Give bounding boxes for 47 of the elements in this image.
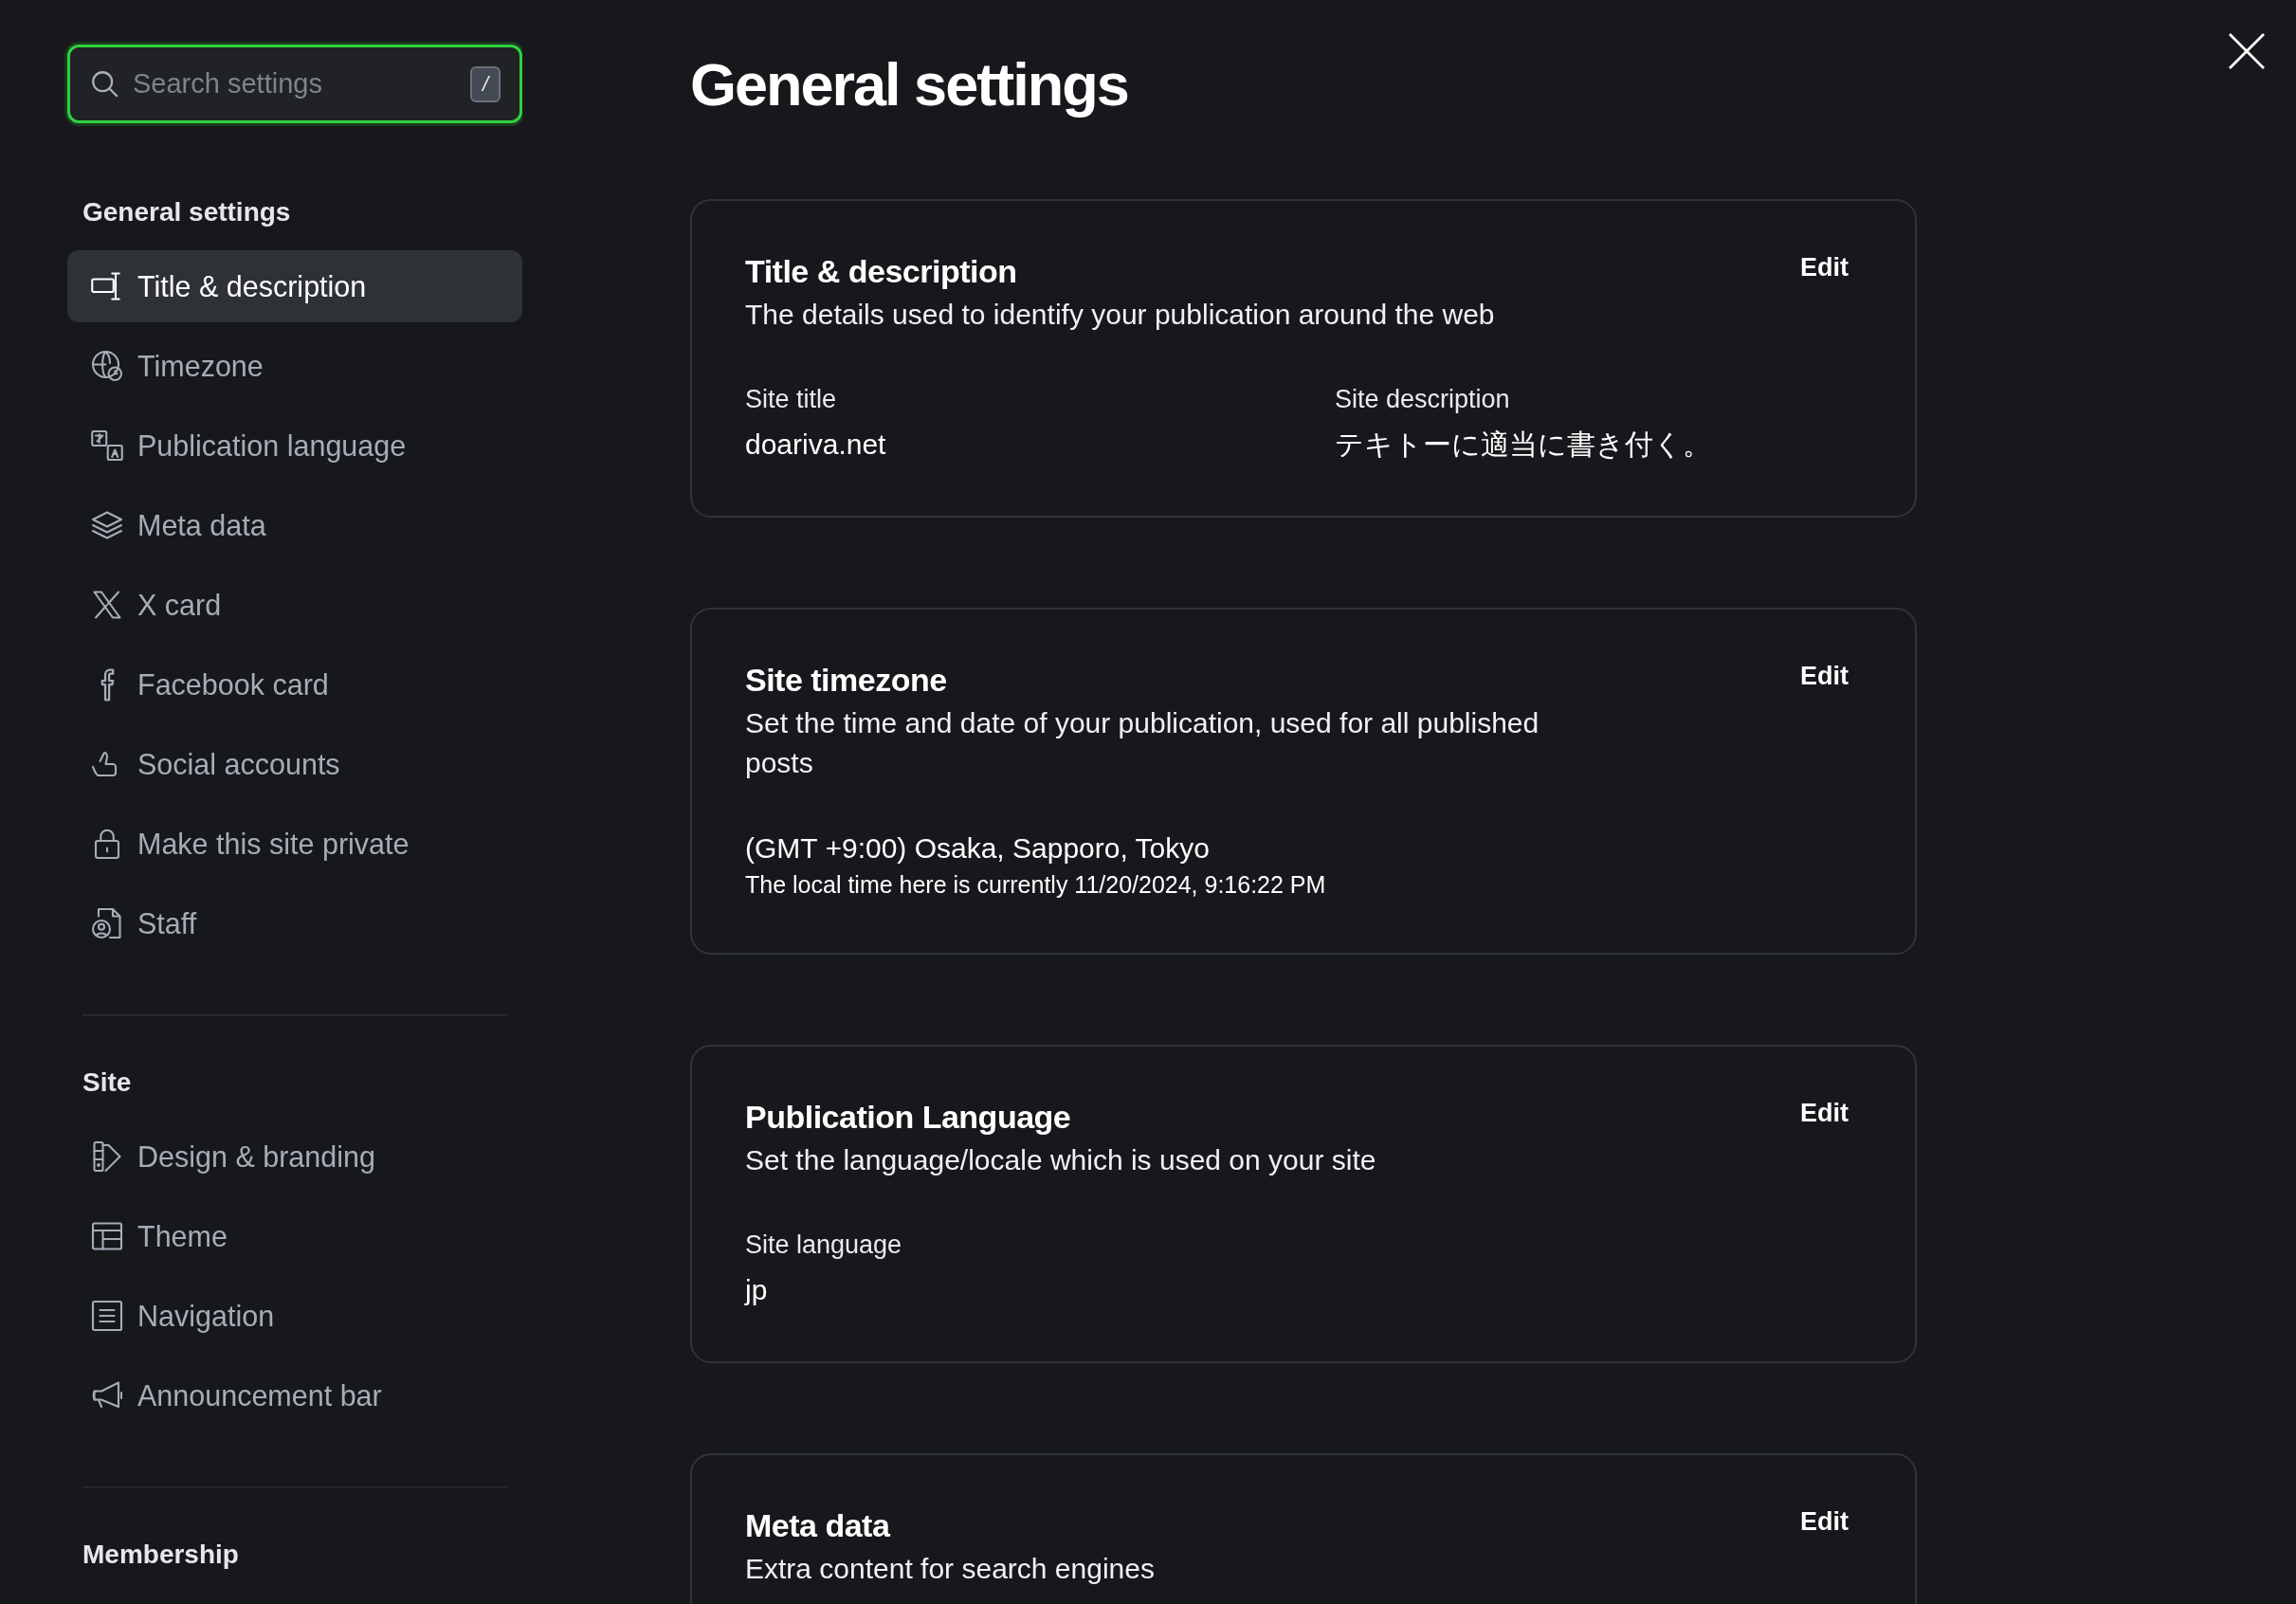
layout-icon	[90, 1219, 124, 1253]
sidebar-item[interactable]: Announcement bar	[67, 1359, 522, 1431]
page-title: General settings	[690, 50, 1128, 119]
card-description: Set the time and date of your publication, used for all published posts	[745, 706, 1540, 780]
sidebar-item[interactable]: Staff	[67, 887, 522, 959]
field-value: jp	[745, 1273, 769, 1307]
card-title: Title & description	[745, 253, 1017, 289]
sidebar-item[interactable]: Timezone	[67, 330, 522, 402]
card-title: Meta data	[745, 1507, 890, 1543]
sidebar-item[interactable]: Navigation	[67, 1280, 522, 1352]
card-title: Publication Language	[745, 1099, 1071, 1135]
section-heading: Membership	[82, 1540, 240, 1570]
sidebar-item[interactable]: Facebook card	[67, 648, 522, 720]
sidebar-item[interactable]: Theme	[67, 1200, 522, 1272]
sidebar-item[interactable]: Social accounts	[67, 728, 522, 800]
x-logo-icon	[90, 588, 124, 622]
edit-button[interactable]: Edit	[1800, 1099, 1849, 1128]
facebook-icon	[100, 667, 115, 702]
section-heading: Site	[82, 1067, 133, 1098]
shortcut-key: /	[470, 65, 501, 102]
sidebar-item[interactable]: Publication language	[67, 410, 522, 482]
sidebar-item[interactable]: Meta data	[67, 489, 522, 561]
card-title: Site timezone	[745, 662, 947, 698]
edit-button[interactable]: Edit	[1800, 1507, 1849, 1537]
card-description: The details used to identify your publication around the web	[745, 298, 1496, 332]
card-description: Set the language/locale which is used on your site	[745, 1143, 1377, 1177]
field-value: テキトーに適当に書き付く。	[1335, 428, 1712, 462]
search-field[interactable]: Search settings /	[67, 45, 522, 123]
sidebar-item[interactable]: Title & description	[67, 250, 522, 322]
section-heading: General settings	[82, 197, 292, 228]
local-time-note: The local time here is currently 11/20/2024, 9:16:22 PM	[745, 870, 1327, 899]
field-value: doariva.net	[745, 428, 887, 462]
edit-button[interactable]: Edit	[1800, 253, 1849, 283]
sidebar-item[interactable]: Make this site private	[67, 808, 522, 880]
user-file-icon	[90, 906, 124, 940]
timezone-value: (GMT +9:00) Osaka, Sapporo, Tokyo	[745, 831, 1211, 866]
edit-button[interactable]: Edit	[1800, 662, 1849, 691]
translate-icon	[90, 428, 124, 463]
field-label: Site title	[745, 384, 838, 415]
search-input[interactable]: Search settings	[131, 67, 461, 100]
globe-clock-icon	[90, 349, 124, 383]
field-label: Site description	[1335, 384, 1511, 415]
list-document-icon	[90, 1299, 124, 1333]
sidebar-item[interactable]: Design & branding	[67, 1121, 522, 1193]
card-description: Extra content for search engines	[745, 1552, 1156, 1586]
field-label: Site language	[745, 1230, 903, 1261]
sidebar-item[interactable]: X card	[67, 569, 522, 641]
